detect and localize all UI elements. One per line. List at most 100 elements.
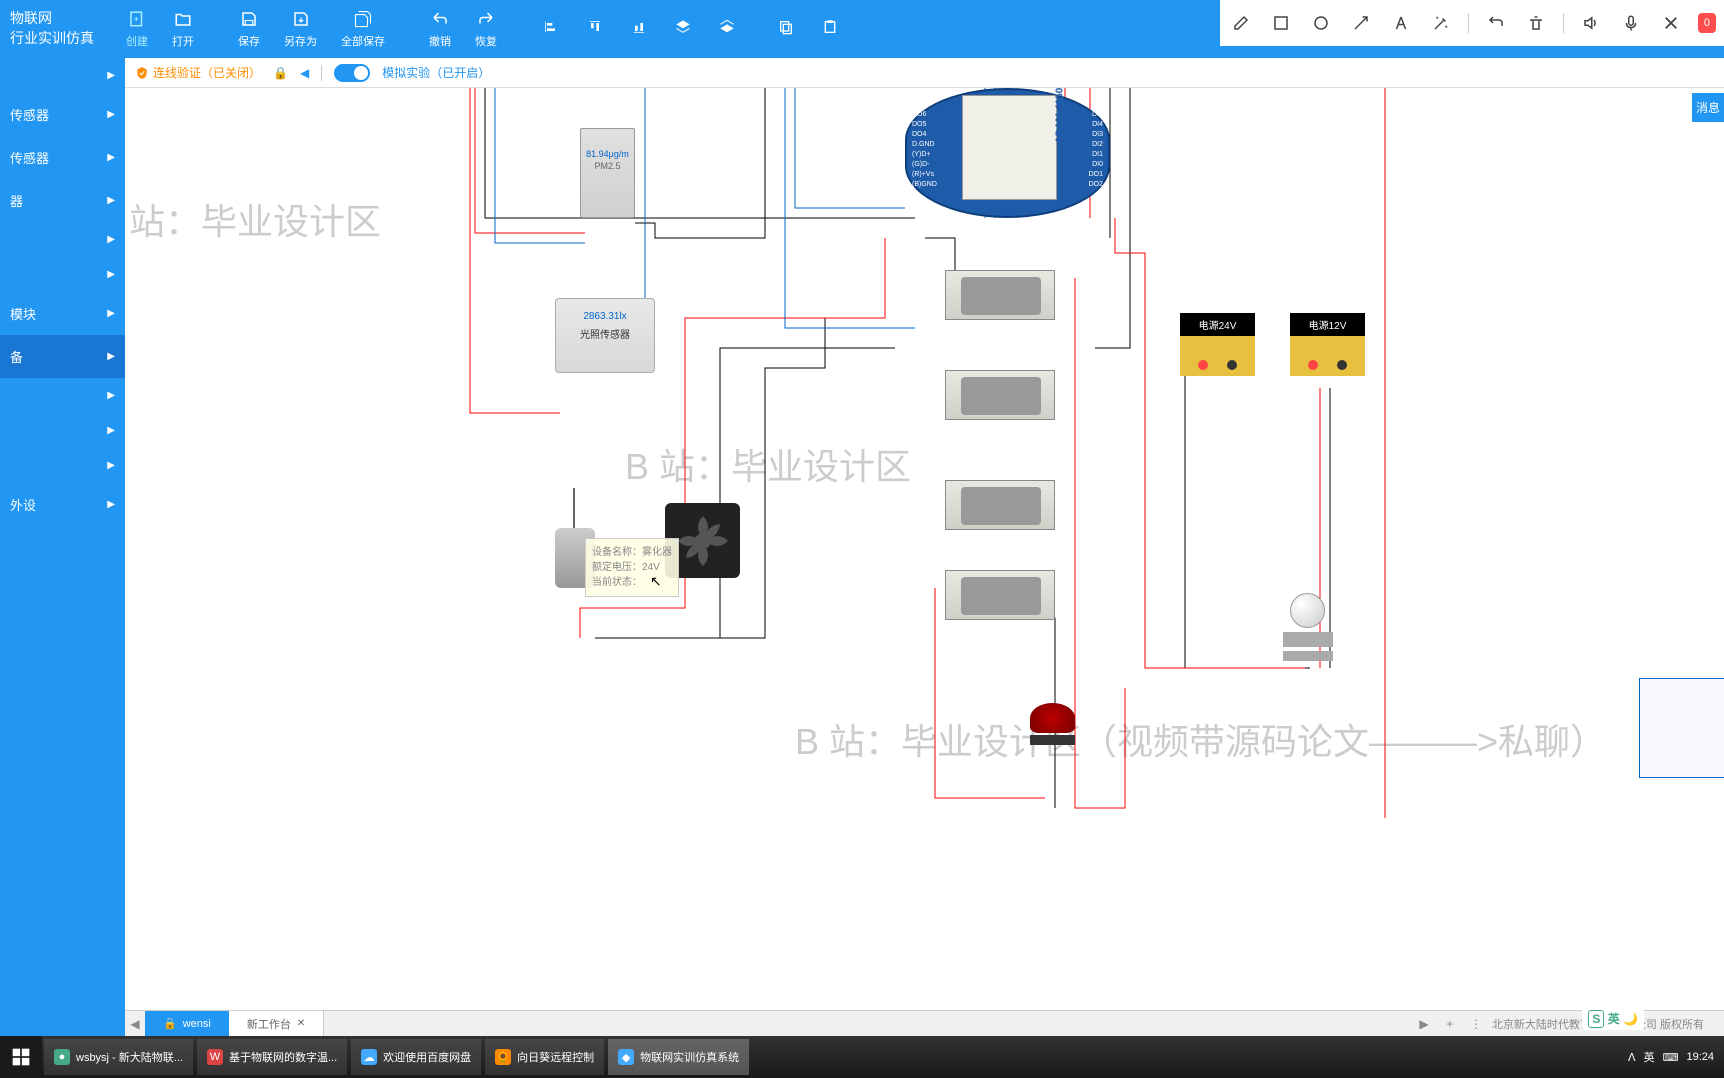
close-icon[interactable] [1658,10,1684,36]
save-as-button[interactable]: 另存为 [272,0,329,58]
relay -3[interactable] [945,480,1055,530]
power24-label: 电源24V [1180,313,1255,336]
buzzer[interactable] [1030,703,1075,758]
sim-toggle[interactable] [334,64,370,82]
sidebar-item-7[interactable]: 备▶ [0,335,125,378]
chevron-right-icon: ▶ [107,234,115,245]
copy-icon [776,17,796,37]
paste-icon [820,17,840,37]
volume-icon[interactable] [1578,10,1604,36]
align-bottom-button[interactable] [617,0,661,58]
mini-schematic[interactable] [1639,678,1724,778]
task-item-2[interactable]: ☁欢迎使用百度网盘 [351,1039,481,1075]
open-button[interactable]: 打开 [160,0,206,58]
record-badge[interactable]: 0 [1698,13,1716,33]
tray-ime[interactable]: 英 [1644,1049,1655,1065]
sidebar-item-10[interactable]: ▶ [0,448,125,483]
sidebar-item-11[interactable]: 外设▶ [0,483,125,526]
square-icon[interactable] [1268,10,1294,36]
light-value: 2863.31lx [556,311,654,322]
chevron-right-icon: ▶ [107,390,115,401]
sidebar-item-6[interactable]: 模块▶ [0,292,125,335]
app-title-1: 物联网 [10,9,94,29]
sidebar-item-3[interactable]: 器▶ [0,179,125,222]
redo-button[interactable]: 恢复 [463,0,509,58]
save-icon [239,9,259,29]
undo-button[interactable]: 撤销 [417,0,463,58]
chevron-right-icon: ▶ [107,269,115,280]
adam-module[interactable]: DO7 DO6 DO5 DO4 D.GND (Y)D+ (G)D- (R)+Vs… [905,88,1110,218]
sidebar-item-8[interactable]: ▶ [0,378,125,413]
push-button-device[interactable] [1280,593,1335,668]
mic-icon[interactable] [1618,10,1644,36]
chevron-right-icon: ▶ [107,195,115,206]
task-item-1[interactable]: W基于物联网的数字温... [197,1039,347,1075]
sidebar-item-4[interactable]: ▶ [0,222,125,257]
ime-indicator[interactable]: S 英 🌙 [1582,1007,1644,1030]
save-all-button[interactable]: 全部保存 [329,0,397,58]
cursor-icon: ↖ [650,573,662,590]
light-label: 光照传感器 [556,326,654,341]
sidebar-item-9[interactable]: ▶ [0,413,125,448]
text-icon[interactable] [1388,10,1414,36]
pm25-label: PM2.5 [581,161,634,171]
task-item-4[interactable]: ◆物联网实训仿真系统 [608,1039,749,1075]
chevron-right-icon: ▶ [107,152,115,163]
tab-prev-button[interactable]: ◀ [125,1017,145,1031]
align-top-button[interactable] [573,0,617,58]
back-icon[interactable]: ◀ [300,66,309,80]
sidebar-item-0[interactable]: ▶ [0,58,125,93]
create-icon [127,9,147,29]
relay-4[interactable] [945,570,1055,620]
delete-icon[interactable] [1523,10,1549,36]
shield-icon [135,66,149,80]
task-item-3[interactable]: 🌻向日葵远程控制 [485,1039,604,1075]
save-all-icon [353,9,373,29]
power12-label: 电源12V [1290,313,1365,336]
bring-front-icon [673,17,693,37]
adam-pins-left: DO7 DO6 DO5 DO4 D.GND (Y)D+ (G)D- (R)+Vs… [912,100,937,190]
bring-front-button[interactable] [661,0,705,58]
wiring-check-status[interactable]: 连线验证（已关闭） [135,64,261,81]
app-title-2: 行业实训仿真 [10,29,94,49]
tab-menu-button[interactable]: ⋮ [1466,1017,1486,1031]
sidebar-item-1[interactable]: 传感器▶ [0,93,125,136]
relay-2[interactable] [945,370,1055,420]
tray-keyboard-icon[interactable]: ⌨ [1663,1051,1679,1064]
pm25-sensor[interactable]: 81.94μg/m PM2.5 [580,128,635,218]
paste-button[interactable] [808,0,852,58]
close-icon[interactable]: ✕ [297,1018,305,1029]
circle-icon[interactable] [1308,10,1334,36]
tab-next-button[interactable]: ▶ [1414,1017,1434,1031]
undo-icon [430,9,450,29]
power-12v[interactable]: 电源12V [1290,313,1365,373]
copy-button[interactable] [764,0,808,58]
create-button[interactable]: 创建 [114,0,160,58]
save-button[interactable]: 保存 [226,0,272,58]
chevron-right-icon: ▶ [107,460,115,471]
tab-wensi[interactable]: 🔒 wensi [145,1011,229,1036]
adam-pins-right: DI6 DI5 DI4 DI3 DI2 DI1 DI0 DO1 DO2 [1089,100,1103,190]
light-sensor[interactable]: 2863.31lx 光照传感器 [555,298,655,373]
align-left-button[interactable] [529,0,573,58]
align-top-icon [585,17,605,37]
magic-icon[interactable] [1428,10,1454,36]
title-bar-controls: 0 [1220,0,1724,46]
message-button[interactable]: 消息 [1692,93,1724,122]
start-button[interactable] [0,1036,42,1078]
canvas[interactable]: 消息 B 站：毕业设计区 B 站：毕业设计区 B 站：毕业设计区（视频带源码论文… [125,88,1724,1036]
second-bar: 连线验证（已关闭） 🔒 ◀ 模拟实验（已开启） [125,58,1724,88]
tab-add-button[interactable]: + [1440,1017,1460,1031]
task-item-0[interactable]: ●wsbysj - 新大陆物联... [44,1039,193,1075]
sidebar-item-2[interactable]: 传感器▶ [0,136,125,179]
arrow-icon[interactable] [1348,10,1374,36]
undo-title-icon[interactable] [1483,10,1509,36]
power-24v[interactable]: 电源24V [1180,313,1255,373]
tray-up-icon[interactable]: ᐱ [1628,1051,1636,1064]
tab-new-workspace[interactable]: 新工作台 ✕ [229,1011,324,1036]
send-back-button[interactable] [705,0,749,58]
sidebar-item-5[interactable]: ▶ [0,257,125,292]
edit-icon[interactable] [1228,10,1254,36]
align-left-icon [541,17,561,37]
relay-1[interactable] [945,270,1055,320]
